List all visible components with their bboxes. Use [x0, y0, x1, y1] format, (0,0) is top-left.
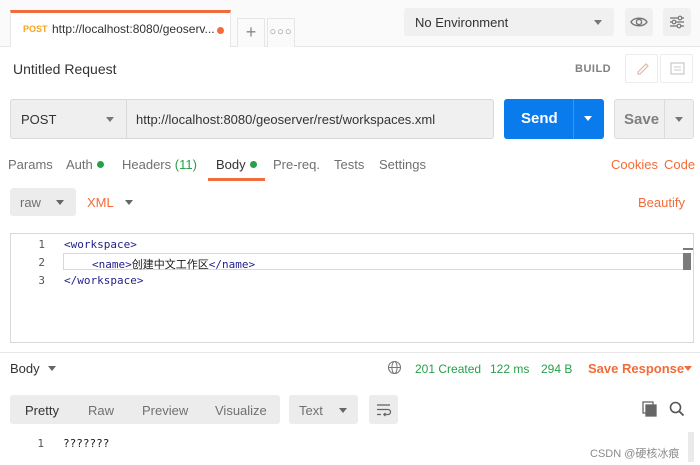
postman-window: POST http://localhost:8080/geoserv... + …	[0, 0, 700, 465]
tab-params[interactable]: Params	[8, 157, 53, 172]
code-link[interactable]: Code	[664, 157, 695, 172]
scrollbar-marker	[683, 248, 693, 250]
save-button[interactable]: Save	[614, 99, 694, 139]
comments-button[interactable]	[660, 54, 693, 83]
active-tab-indicator	[208, 178, 265, 181]
tab-auth[interactable]: Auth	[66, 157, 104, 172]
line-number: 1	[37, 437, 44, 450]
line-number: 1	[38, 238, 45, 251]
status-dot-icon	[96, 161, 104, 168]
response-time[interactable]: 122 ms	[490, 362, 529, 376]
copy-icon[interactable]	[641, 400, 659, 418]
environment-select[interactable]: No Environment	[404, 8, 614, 36]
response-section-toggle[interactable]: Body	[10, 361, 40, 376]
send-button-label: Send	[521, 110, 558, 127]
chevron-down-icon	[56, 200, 64, 205]
code-line: </workspace>	[64, 274, 144, 287]
editor-scrollbar[interactable]	[683, 253, 691, 270]
language-select[interactable]: XML	[87, 195, 114, 210]
body-mode-label: raw	[20, 195, 41, 210]
response-body-text: ???????	[63, 437, 110, 450]
tab-auth-label: Auth	[66, 157, 93, 172]
response-scrollbar[interactable]	[688, 432, 694, 462]
new-tab-button[interactable]: +	[237, 18, 265, 47]
chevron-down-icon[interactable]	[584, 116, 592, 121]
tab-body-label: Body	[216, 157, 246, 172]
wrap-icon	[377, 404, 392, 417]
request-tabs: Params Auth Headers (11) Body Pre-req. T…	[0, 157, 700, 181]
status-dot-icon	[249, 161, 257, 168]
chevron-down-icon	[106, 117, 114, 122]
tab-headers[interactable]: Headers (11)	[122, 157, 197, 172]
response-size[interactable]: 294 B	[541, 362, 572, 376]
beautify-link[interactable]: Beautify	[638, 195, 685, 210]
sliders-icon	[670, 15, 684, 29]
search-icon[interactable]	[668, 400, 686, 418]
body-mode-select[interactable]: raw	[10, 188, 76, 216]
watermark: CSDN @硬核冰痕	[590, 448, 680, 460]
save-response-button[interactable]: Save Response	[588, 361, 684, 376]
response-format-label: Text	[299, 403, 323, 418]
response-format-select[interactable]: Text	[289, 395, 358, 424]
body-editor[interactable]: 1 2 3 <workspace> <name>创建中文工作区</name> <…	[10, 233, 694, 343]
environment-quick-look-button[interactable]	[625, 8, 653, 36]
save-divider	[664, 100, 665, 138]
code-line: <workspace>	[64, 238, 137, 251]
url-input[interactable]: http://localhost:8080/geoserver/rest/wor…	[126, 99, 494, 139]
pencil-icon	[637, 63, 649, 75]
send-divider	[573, 99, 574, 139]
line-number: 3	[38, 274, 45, 287]
code-tag: </name>	[208, 258, 256, 271]
response-view-tabs: Pretty Raw Preview Visualize	[10, 395, 280, 424]
globe-icon[interactable]	[387, 360, 402, 375]
section-divider	[0, 352, 700, 353]
code-line: <name>创建中文工作区</name>	[92, 256, 255, 272]
tab-method-label: POST	[23, 24, 48, 34]
edit-button[interactable]	[625, 54, 658, 83]
chevron-down-icon[interactable]	[675, 117, 683, 122]
tab-prereq[interactable]: Pre-req.	[273, 157, 320, 172]
tab-options-button[interactable]: ○○○	[267, 18, 295, 47]
chevron-down-icon	[594, 20, 602, 25]
chevron-down-icon[interactable]	[684, 366, 692, 371]
tab-raw[interactable]: Raw	[88, 403, 114, 418]
comment-icon	[670, 62, 685, 75]
chevron-down-icon[interactable]	[48, 366, 56, 371]
tab-strip: POST http://localhost:8080/geoserv... + …	[0, 0, 700, 47]
code-text: 创建中文工作区	[131, 258, 209, 271]
eye-icon	[630, 17, 648, 27]
method-label: POST	[21, 112, 57, 127]
tab-title: http://localhost:8080/geoserv...	[52, 22, 214, 36]
tab-preview[interactable]: Preview	[142, 403, 188, 418]
tab-headers-label: Headers	[122, 157, 172, 172]
status-badge[interactable]: 201 Created	[415, 362, 481, 376]
request-tab[interactable]: POST http://localhost:8080/geoserv...	[10, 10, 231, 47]
send-button[interactable]: Send	[504, 99, 604, 139]
code-tag: <name>	[92, 258, 132, 271]
cookies-link[interactable]: Cookies	[611, 157, 658, 172]
tab-settings[interactable]: Settings	[379, 157, 426, 172]
tab-pretty[interactable]: Pretty	[25, 403, 59, 418]
method-select[interactable]: POST	[10, 99, 126, 139]
chevron-down-icon[interactable]	[125, 200, 133, 205]
tab-body[interactable]: Body	[216, 157, 257, 172]
chevron-down-icon	[339, 408, 347, 413]
tab-visualize[interactable]: Visualize	[215, 403, 267, 418]
tab-tests[interactable]: Tests	[334, 157, 364, 172]
manage-environments-button[interactable]	[663, 8, 691, 36]
headers-count: (11)	[174, 157, 197, 172]
request-title[interactable]: Untitled Request	[13, 61, 117, 77]
build-mode-label[interactable]: BUILD	[575, 63, 611, 75]
environment-label: No Environment	[415, 15, 509, 30]
save-button-label: Save	[624, 111, 660, 128]
unsaved-dot-icon	[217, 27, 224, 34]
line-number: 2	[38, 256, 45, 269]
wrap-lines-button[interactable]	[369, 395, 398, 424]
